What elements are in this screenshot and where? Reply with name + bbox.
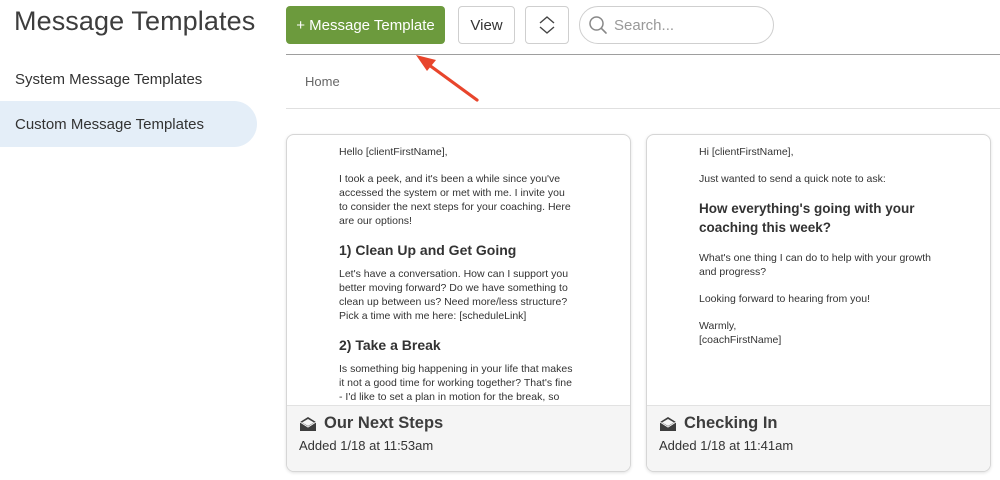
preview-intro: Just wanted to send a quick note to ask:	[699, 173, 886, 185]
breadcrumb-home[interactable]: Home	[305, 74, 340, 89]
preview-paragraph: What's one thing I can do to help with y…	[699, 252, 931, 278]
template-preview: Hello [clientFirstName], I took a peek, …	[287, 135, 630, 405]
card-title: Checking In	[684, 414, 778, 432]
search-box[interactable]	[579, 6, 774, 44]
sidebar-item-custom-templates[interactable]: Custom Message Templates	[0, 101, 257, 147]
card-footer: Our Next Steps Added 1/18 at 11:53am	[287, 405, 630, 471]
add-message-template-button[interactable]: + Message Template	[286, 6, 445, 44]
card-date: Added 1/18 at 11:41am	[659, 438, 794, 453]
template-card[interactable]: Hi [clientFirstName], Just wanted to sen…	[646, 134, 991, 472]
sidebar-item-system-templates[interactable]: System Message Templates	[0, 56, 257, 102]
preview-heading: 2) Take a Break	[339, 337, 441, 353]
preview-paragraph: Is something big happening in your life …	[339, 363, 573, 403]
preview-signoff: Warmly,	[699, 320, 737, 332]
search-input[interactable]	[614, 16, 764, 34]
preview-intro: I took a peek, and it's been a while sin…	[339, 173, 571, 227]
preview-signature: [coachFirstName]	[699, 334, 782, 346]
chevron-up-down-icon	[539, 16, 555, 34]
preview-heading: 1) Clean Up and Get Going	[339, 242, 517, 258]
sidebar: Message Templates System Message Templat…	[0, 0, 270, 480]
envelope-open-icon	[299, 416, 317, 431]
breadcrumb-divider	[286, 108, 1000, 109]
toolbar-divider	[286, 54, 1000, 55]
template-card[interactable]: Hello [clientFirstName], I took a peek, …	[286, 134, 631, 472]
envelope-open-icon	[659, 416, 677, 431]
page-title: Message Templates	[14, 6, 256, 36]
preview-greeting: Hello [clientFirstName],	[339, 146, 448, 158]
preview-greeting: Hi [clientFirstName],	[699, 146, 794, 158]
search-icon	[589, 16, 607, 34]
view-button[interactable]: View	[458, 6, 515, 44]
preview-paragraph: Let's have a conversation. How can I sup…	[339, 268, 569, 322]
card-footer: Checking In Added 1/18 at 11:41am	[647, 405, 990, 471]
preview-paragraph: Looking forward to hearing from you!	[699, 293, 871, 305]
annotation-arrow-icon	[416, 55, 479, 102]
sort-toggle-button[interactable]	[525, 6, 569, 44]
card-date: Added 1/18 at 11:53am	[299, 438, 434, 453]
template-preview: Hi [clientFirstName], Just wanted to sen…	[647, 135, 990, 405]
preview-heading: How everything's going with your coachin…	[699, 201, 915, 235]
card-title: Our Next Steps	[324, 414, 444, 432]
